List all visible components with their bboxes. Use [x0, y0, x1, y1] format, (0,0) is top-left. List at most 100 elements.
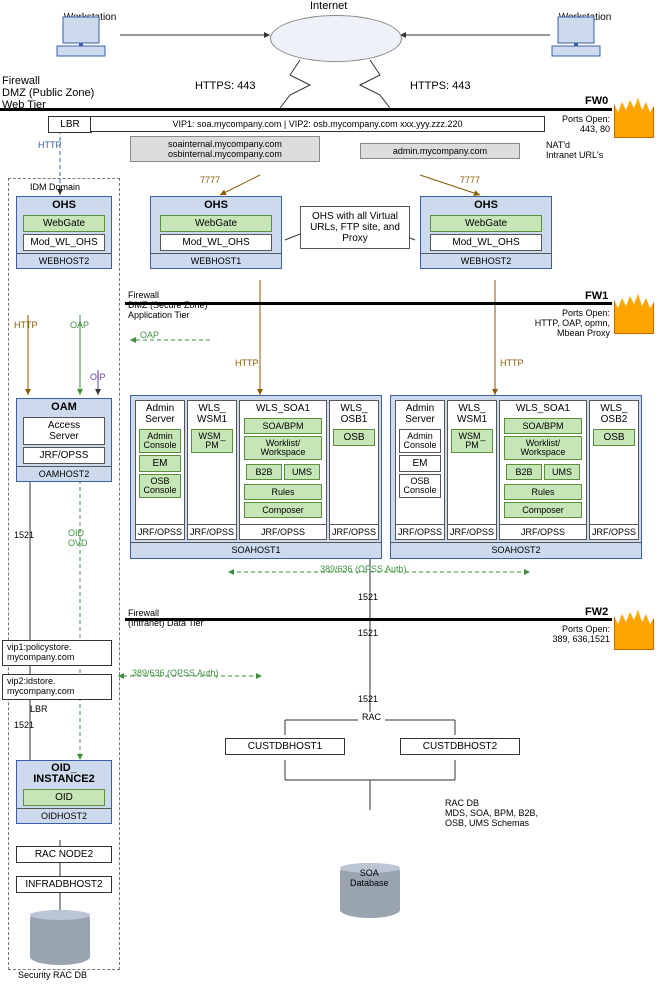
jrf2: JRF/OPSS — [188, 524, 236, 539]
oid-title: OID_ INSTANCE2 — [17, 761, 111, 787]
idm-1521: 1521 — [14, 530, 34, 540]
osb-slot: OSB — [333, 429, 375, 446]
soa-hdr: WLS_SOA1 — [240, 401, 326, 416]
diagram-canvas: Internet Workstation Workstation HTTPS: … — [0, 0, 662, 991]
intranet-left-box: soainternal.mycompany.com osbinternal.my… — [130, 136, 320, 162]
opss-auth-idm: 389/636 (OPSS Auth) — [132, 668, 219, 678]
webgate-1: WebGate — [160, 215, 272, 232]
fw1-line — [125, 302, 612, 305]
oid-slot: OID — [23, 789, 105, 806]
ums-2: UMS — [544, 464, 580, 480]
oam-title: OAM — [17, 399, 111, 415]
oap-arrow-label: OAP — [140, 330, 159, 340]
fw2-ports: Ports Open: 389, 636,1521 — [542, 624, 610, 644]
ohs-title: OHS — [17, 197, 111, 213]
https-left: HTTPS: 443 — [195, 80, 256, 92]
em-slot-2: EM — [399, 455, 441, 472]
em-slot: EM — [139, 455, 181, 472]
composer-2: Composer — [504, 502, 582, 518]
rac-node2: RAC NODE2 — [16, 846, 112, 863]
port-7777-right: 7777 — [460, 175, 480, 185]
rules: Rules — [244, 484, 322, 500]
custdbhost2: CUSTDBHOST2 — [400, 738, 520, 755]
wsm-hdr-2: WLS_ WSM1 — [448, 401, 496, 427]
soa-bpm-2: SOA/BPM — [504, 418, 582, 434]
wsm-pm-2: WSM_ PM — [451, 429, 493, 453]
oam-box: OAM Access Server JRF/OPSS OAMHOST2 — [16, 398, 112, 482]
security-db-label: Security RAC DB — [18, 970, 87, 980]
soahost2-box: Admin Server Admin Console EM OSB Consol… — [390, 395, 642, 559]
webhost1-box: OHS WebGate Mod_WL_OHS WEBHOST1 — [150, 196, 282, 269]
opss-auth-mid: 389/636 (OPSS Auth) — [320, 564, 407, 574]
nat-label: NAT'd Intranet URL's — [546, 140, 603, 160]
1521-c: 1521 — [358, 694, 378, 704]
rac-label: RAC — [358, 712, 385, 722]
oid-ovd-label: OID OVD — [68, 528, 88, 548]
oid-box: OID_ INSTANCE2 OID OIDHOST2 — [16, 760, 112, 824]
workstation-left: Workstation — [55, 12, 125, 23]
custdbhost1: CUSTDBHOST1 — [225, 738, 345, 755]
fw2-firewall-icon — [614, 610, 654, 650]
http-blue-label: HTTP — [38, 140, 62, 150]
jrf5: JRF/OPSS — [396, 524, 444, 539]
infradbhost2: INFRADBHOST2 — [16, 876, 112, 893]
workstation-label: Workstation — [550, 12, 620, 23]
jrf8: JRF/OPSS — [590, 524, 638, 539]
oamhost2-label: OAMHOST2 — [17, 466, 111, 481]
1521-a: 1521 — [358, 592, 378, 602]
admin-console: Admin Console — [139, 429, 181, 453]
1521-b: 1521 — [358, 628, 378, 638]
wsm-pm: WSM_ PM — [191, 429, 233, 453]
osb-console-2: OSB Console — [399, 474, 441, 498]
mod-1: Mod_WL_OHS — [160, 234, 272, 251]
jrf4: JRF/OPSS — [330, 524, 378, 539]
webgate-slot: WebGate — [23, 215, 105, 232]
idm-title: IDM Domain — [30, 182, 80, 192]
soahost1-label: SOAHOST1 — [131, 542, 381, 557]
soa-db-label: SOA Database — [350, 868, 389, 888]
port-7777-left: 7777 — [200, 175, 220, 185]
racdb-label: RAC DB MDS, SOA, BPM, B2B, OSB, UMS Sche… — [445, 798, 538, 828]
fw2-name: FW2 — [585, 606, 608, 618]
idm-oap-label: OAP — [70, 320, 89, 330]
webgate-2: WebGate — [430, 215, 542, 232]
https-right: HTTPS: 443 — [410, 80, 471, 92]
admin-hdr-2: Admin Server — [396, 401, 444, 427]
vip-row: VIP1: soa.mycompany.com | VIP2: osb.myco… — [90, 116, 545, 132]
jrf7: JRF/OPSS — [500, 524, 586, 539]
lbr-box: LBR — [48, 116, 92, 133]
osb-console: OSB Console — [139, 474, 181, 498]
webhost2-box: OHS WebGate Mod_WL_OHS WEBHOST2 — [420, 196, 552, 269]
intranet-right-box: admin.mycompany.com — [360, 143, 520, 159]
osb1-hdr: WLS_ OSB1 — [330, 401, 378, 427]
worklist-2: Worklist/ Workspace — [504, 436, 582, 460]
access-server-slot: Access Server — [23, 417, 105, 445]
security-db-icon — [30, 910, 90, 965]
fw1-ports: Ports Open: HTTP, OAP, opmn, Mbean Proxy — [530, 308, 610, 338]
workstation-label: Workstation — [55, 12, 125, 23]
jrf6: JRF/OPSS — [448, 524, 496, 539]
mod-slot: Mod_WL_OHS — [23, 234, 105, 251]
worklist: Worklist/ Workspace — [244, 436, 322, 460]
internet-label: Internet — [310, 0, 347, 12]
osb-slot-2: OSB — [593, 429, 635, 446]
rules-2: Rules — [504, 484, 582, 500]
admin-console-2: Admin Console — [399, 429, 441, 453]
webhost2-label-r: WEBHOST2 — [421, 253, 551, 268]
fw0-name: FW0 — [585, 95, 608, 107]
soahost1-box: Admin Server Admin Console EM OSB Consol… — [130, 395, 382, 559]
ohs-title-1: OHS — [151, 197, 281, 213]
fw0-side-label: Firewall DMZ (Public Zone) Web Tier — [2, 75, 94, 111]
ohs-title-2: OHS — [421, 197, 551, 213]
fw1-name: FW1 — [585, 290, 608, 302]
jrf3: JRF/OPSS — [240, 524, 326, 539]
oidhost2-label: OIDHOST2 — [17, 808, 111, 823]
webhost1-label: WEBHOST1 — [151, 253, 281, 268]
vip1-box: vip1:policystore. mycompany.com — [2, 640, 112, 666]
jrf1: JRF/OPSS — [136, 524, 184, 539]
mod-2: Mod_WL_OHS — [430, 234, 542, 251]
fw2-line — [125, 618, 612, 621]
idm-http-label: HTTP — [14, 320, 38, 330]
soa-bpm: SOA/BPM — [244, 418, 322, 434]
admin-hdr: Admin Server — [136, 401, 184, 427]
